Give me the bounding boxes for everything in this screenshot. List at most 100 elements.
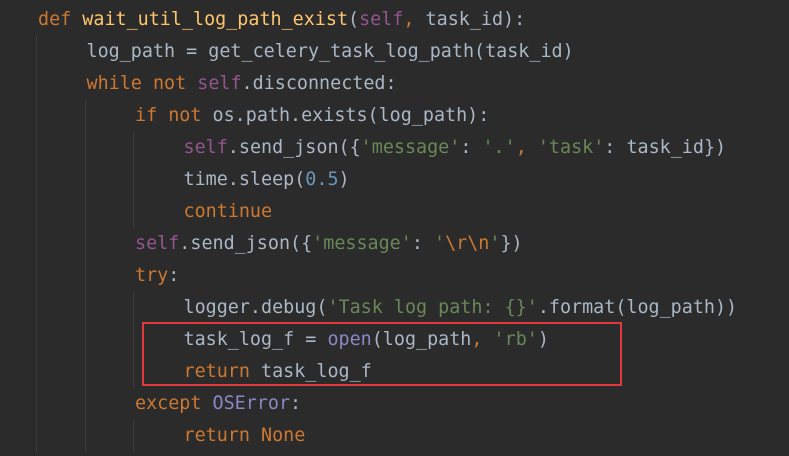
code-text: self.send_json({'message': '\r\n'}) <box>135 228 523 260</box>
code-line[interactable]: try: <box>0 260 789 292</box>
code-token: try <box>135 265 169 286</box>
code-text: try: <box>135 260 179 292</box>
code-text: if not os.path.exists(log_path): <box>135 100 489 132</box>
code-token: continue <box>183 201 273 222</box>
code-text: continue <box>184 196 273 228</box>
code-token: .format(log_path)) <box>537 297 738 318</box>
code-token: self <box>359 9 404 30</box>
code-token: OSError <box>212 393 291 414</box>
code-token: .send_json({ <box>179 233 313 254</box>
code-line[interactable]: log_path = get_celery_task_log_path(task… <box>0 36 789 68</box>
indent-guide <box>133 132 134 164</box>
code-token: 'message' <box>360 137 461 158</box>
indent-guide <box>84 324 86 356</box>
indent-guide <box>84 132 86 164</box>
code-line[interactable]: logger.debug('Task log path: {}'.format(… <box>0 292 789 324</box>
indent-guide <box>84 420 86 452</box>
code-line[interactable]: except OSError: <box>0 388 789 420</box>
code-token: self <box>183 137 228 158</box>
indent-guide <box>133 164 134 196</box>
code-token: ) <box>338 169 350 190</box>
code-token: 'Task log path: {}' <box>327 297 538 318</box>
code-text: self.send_json({'message': '.', 'task': … <box>184 132 727 164</box>
code-token: self <box>135 233 180 254</box>
code-token: None <box>261 425 306 446</box>
indent-guide <box>36 292 37 324</box>
code-token: : <box>460 137 483 158</box>
code-text: return None <box>184 420 306 452</box>
code-text: def wait_util_log_path_exist(self, task_… <box>38 4 525 36</box>
indent-guide <box>36 228 37 260</box>
code-token: '.' <box>482 137 516 158</box>
code-token: while <box>86 73 142 94</box>
code-line[interactable]: self.send_json({'message': '\r\n'}) <box>0 228 789 260</box>
code-token: if <box>135 105 158 126</box>
code-token: .send_json({ <box>227 137 361 158</box>
indent-guide <box>84 388 86 420</box>
code-text: logger.debug('Task log path: {}'.format(… <box>184 292 738 324</box>
code-token: .disconnected: <box>241 73 397 94</box>
indent-guide <box>36 68 37 100</box>
code-text: time.sleep(0.5) <box>184 164 350 196</box>
code-token: ' <box>433 233 446 254</box>
code-line[interactable]: while not self.disconnected: <box>0 68 789 100</box>
code-line[interactable]: return None <box>0 420 789 452</box>
code-token: except <box>135 393 202 414</box>
code-token: not <box>168 105 202 126</box>
code-token: logger.debug( <box>183 297 328 318</box>
code-token: ( <box>348 9 360 30</box>
code-token: 0.5 <box>305 169 339 190</box>
code-token: , <box>403 9 415 30</box>
indent-guide <box>36 196 37 228</box>
code-line[interactable]: if not os.path.exists(log_path): <box>0 100 789 132</box>
code-token: : <box>411 233 434 254</box>
code-text: while not self.disconnected: <box>87 68 397 100</box>
indent-guide <box>133 292 134 324</box>
indent-guide <box>36 36 37 68</box>
highlight-annotation-box <box>142 322 622 386</box>
code-token: ' <box>489 233 501 254</box>
code-token: : <box>290 393 302 414</box>
indent-guide <box>84 356 86 388</box>
indent-guide <box>133 356 134 388</box>
code-token: time.sleep( <box>183 169 306 190</box>
code-token: 'task' <box>537 137 605 158</box>
indent-guide <box>84 228 86 260</box>
indent-guide <box>84 196 86 228</box>
code-text: log_path = get_celery_task_log_path(task… <box>87 36 574 68</box>
indent-guide <box>36 100 37 132</box>
code-editor[interactable]: def wait_util_log_path_exist(self, task_… <box>0 0 789 456</box>
code-token: }) <box>500 233 523 254</box>
indent-guide <box>36 324 37 356</box>
indent-guide <box>84 100 86 132</box>
code-token: not <box>152 73 187 94</box>
code-token: : <box>168 265 180 286</box>
indent-guide <box>36 260 37 292</box>
code-token: \r\n <box>445 233 490 254</box>
code-line[interactable]: self.send_json({'message': '.', 'task': … <box>0 132 789 164</box>
code-token: : task_id}) <box>604 137 727 158</box>
code-line[interactable]: def wait_util_log_path_exist(self, task_… <box>0 4 789 36</box>
indent-guide <box>36 132 37 164</box>
code-token: 'message' <box>312 233 412 254</box>
indent-guide <box>36 420 37 452</box>
code-line[interactable]: continue <box>0 196 789 228</box>
code-token: wait_util_log_path_exist <box>82 9 349 30</box>
code-line[interactable]: time.sleep(0.5) <box>0 164 789 196</box>
indent-guide <box>36 388 37 420</box>
indent-guide <box>36 164 37 196</box>
indent-guide <box>84 260 86 292</box>
code-token: return <box>183 425 250 446</box>
indent-guide <box>84 292 86 324</box>
code-token: task_id): <box>414 9 526 30</box>
code-token: , <box>515 137 538 158</box>
indent-guide <box>133 196 134 228</box>
code-token: log_path = get_celery_task_log_path(task… <box>86 41 574 62</box>
code-text: except OSError: <box>135 388 301 420</box>
